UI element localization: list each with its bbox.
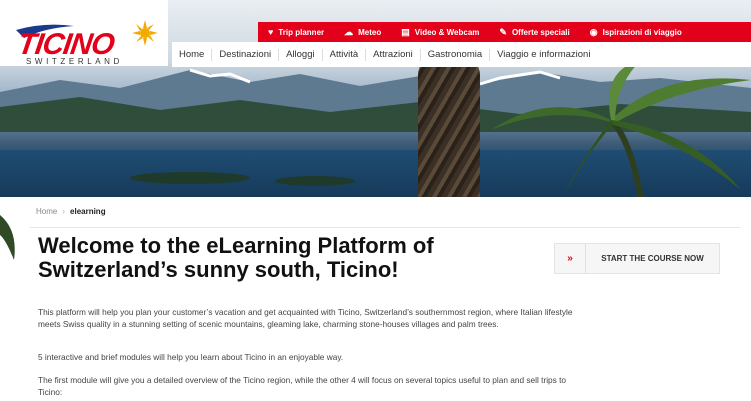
- nav-item-viaggio-e-informazioni[interactable]: Viaggio e informazioni: [490, 49, 597, 61]
- breadcrumb: Home › elearning: [36, 207, 106, 216]
- breadcrumb-separator-icon: ›: [62, 207, 66, 216]
- topbar-link-meteo[interactable]: ☁ Meteo: [334, 22, 391, 42]
- divider: [30, 227, 740, 228]
- logo-panel[interactable]: TICINO SWITZERLAND: [0, 0, 168, 66]
- video-icon: ▤: [401, 26, 410, 37]
- palm-trunk: [418, 55, 480, 197]
- nav-item-destinazioni[interactable]: Destinazioni: [212, 48, 280, 61]
- nav-item-attrazioni[interactable]: Attrazioni: [366, 48, 421, 61]
- heart-icon: ♥: [268, 27, 274, 37]
- main-navigation: Home Destinazioni Alloggi Attività Attrazion…: [172, 42, 751, 67]
- cloud-icon: ☁: [344, 26, 354, 37]
- topbar-link-label: Ispirazioni di viaggio: [602, 27, 682, 37]
- tag-icon: ✎: [499, 26, 507, 37]
- eye-icon: ◉: [589, 26, 598, 37]
- topbar-link-ispirazioni-di-viaggio[interactable]: ◉ Ispirazioni di viaggio: [580, 22, 692, 42]
- start-course-button[interactable]: » START THE COURSE NOW: [554, 243, 720, 274]
- nav-item-gastronomia[interactable]: Gastronomia: [421, 48, 491, 61]
- nav-item-alloggi[interactable]: Alloggi: [279, 48, 323, 61]
- island-1: [130, 172, 250, 184]
- logo-subtitle: SWITZERLAND: [26, 57, 123, 66]
- topbar-link-label: Offerte speciali: [511, 27, 570, 37]
- content-panel: Home › elearning Welcome to the eLearning …: [20, 197, 751, 401]
- breadcrumb-current: elearning: [70, 207, 106, 216]
- double-chevron-icon: »: [555, 244, 586, 273]
- nav-item-attività[interactable]: Attività: [323, 48, 367, 61]
- overview-paragraph: The first module will give you a detaile…: [38, 375, 567, 397]
- intro-paragraph: This platform will help you plan your cu…: [38, 307, 573, 329]
- topbar-link-video-webcam[interactable]: ▤ Video & Webcam: [391, 22, 489, 42]
- sun-logo-icon: [132, 20, 158, 46]
- palm-leaves-illustration: [491, 60, 751, 197]
- topbar-link-trip-planner[interactable]: ♥ Trip planner: [258, 22, 334, 42]
- breadcrumb-home-link[interactable]: Home: [36, 207, 57, 216]
- top-utility-bar: ♥ Trip planner ☁ Meteo ▤ Video & Webcam ✎ Offer…: [258, 22, 751, 42]
- page-title: Welcome to the eLearning Platform of Swi…: [38, 233, 434, 282]
- modules-paragraph: 5 interactive and brief modules will hel…: [38, 352, 344, 362]
- nav-item-home[interactable]: Home: [172, 48, 213, 61]
- leaf-decoration: [0, 215, 15, 260]
- topbar-link-offerte-speciali[interactable]: ✎ Offerte speciali: [489, 22, 579, 42]
- island-2: [275, 176, 355, 186]
- topbar-link-label: Video & Webcam: [414, 27, 480, 37]
- topbar-link-label: Trip planner: [278, 27, 325, 37]
- start-course-label: START THE COURSE NOW: [601, 254, 704, 263]
- topbar-link-label: Meteo: [358, 27, 382, 37]
